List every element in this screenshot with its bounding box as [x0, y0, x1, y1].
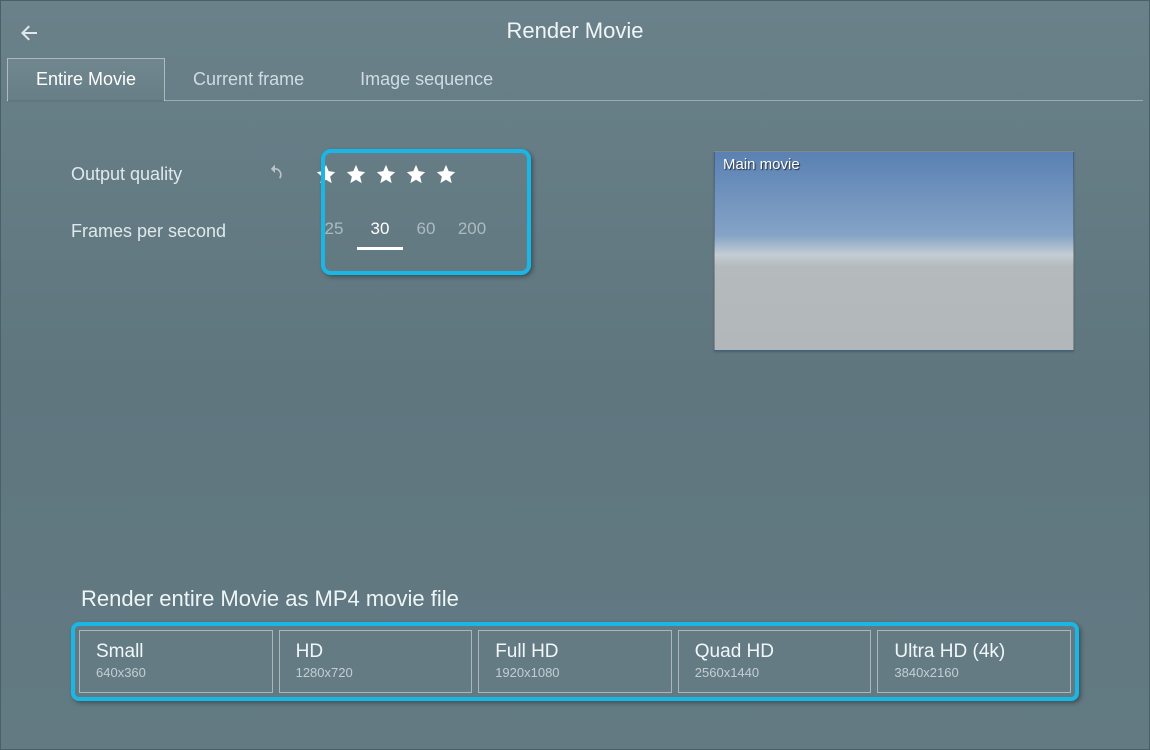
tab-current-frame[interactable]: Current frame [165, 59, 332, 100]
star-5[interactable] [435, 163, 457, 185]
fps-options: 25 30 60 200 [311, 213, 495, 250]
preset-name: HD [296, 641, 456, 663]
preset-name: Small [96, 641, 256, 663]
fps-option-60[interactable]: 60 [403, 213, 449, 250]
star-4[interactable] [405, 163, 427, 185]
preset-small[interactable]: Small 640x360 [79, 630, 273, 693]
preset-res: 640x360 [96, 665, 256, 680]
arrow-left-icon [17, 21, 41, 45]
tab-label: Entire Movie [36, 69, 136, 89]
preset-hd[interactable]: HD 1280x720 [279, 630, 473, 693]
preset-res: 3840x2160 [894, 665, 1054, 680]
fps-label: Frames per second [71, 221, 241, 242]
resolution-presets: Small 640x360 HD 1280x720 Full HD 1920x1… [71, 622, 1079, 701]
star-1[interactable] [315, 163, 337, 185]
render-section: Render entire Movie as MP4 movie file Sm… [1, 586, 1149, 701]
star-icon [315, 163, 337, 185]
preset-quad-hd[interactable]: Quad HD 2560x1440 [678, 630, 872, 693]
star-icon [435, 163, 457, 185]
preset-name: Ultra HD (4k) [894, 641, 1054, 663]
back-button[interactable] [17, 21, 41, 45]
preset-name: Full HD [495, 641, 655, 663]
render-section-title: Render entire Movie as MP4 movie file [71, 586, 1079, 612]
star-icon [405, 163, 427, 185]
quality-stars [311, 161, 461, 187]
tab-strip: Entire Movie Current frame Image sequenc… [7, 61, 1143, 101]
content-area: Output quality Frames per second 25 30 6… [1, 101, 1149, 250]
page-title: Render Movie [507, 18, 644, 44]
preview-label: Main movie [723, 156, 800, 173]
render-movie-window: Render Movie Entire Movie Current frame … [0, 0, 1150, 750]
preset-full-hd[interactable]: Full HD 1920x1080 [478, 630, 672, 693]
output-quality-label: Output quality [71, 164, 241, 185]
preset-name: Quad HD [695, 641, 855, 663]
reset-quality-button[interactable] [265, 163, 287, 185]
star-2[interactable] [345, 163, 367, 185]
preset-res: 2560x1440 [695, 665, 855, 680]
star-icon [345, 163, 367, 185]
fps-option-30[interactable]: 30 [357, 213, 403, 250]
header: Render Movie [1, 1, 1149, 61]
star-icon [375, 163, 397, 185]
tab-entire-movie[interactable]: Entire Movie [7, 58, 165, 101]
preview-thumbnail[interactable]: Main movie [714, 151, 1074, 351]
tab-label: Current frame [193, 69, 304, 89]
fps-option-25[interactable]: 25 [311, 213, 357, 250]
tab-label: Image sequence [360, 69, 493, 89]
undo-icon [265, 163, 285, 183]
preset-ultra-hd-4k[interactable]: Ultra HD (4k) 3840x2160 [877, 630, 1071, 693]
tab-image-sequence[interactable]: Image sequence [332, 59, 521, 100]
fps-option-200[interactable]: 200 [449, 213, 495, 250]
star-3[interactable] [375, 163, 397, 185]
preset-res: 1280x720 [296, 665, 456, 680]
preset-res: 1920x1080 [495, 665, 655, 680]
